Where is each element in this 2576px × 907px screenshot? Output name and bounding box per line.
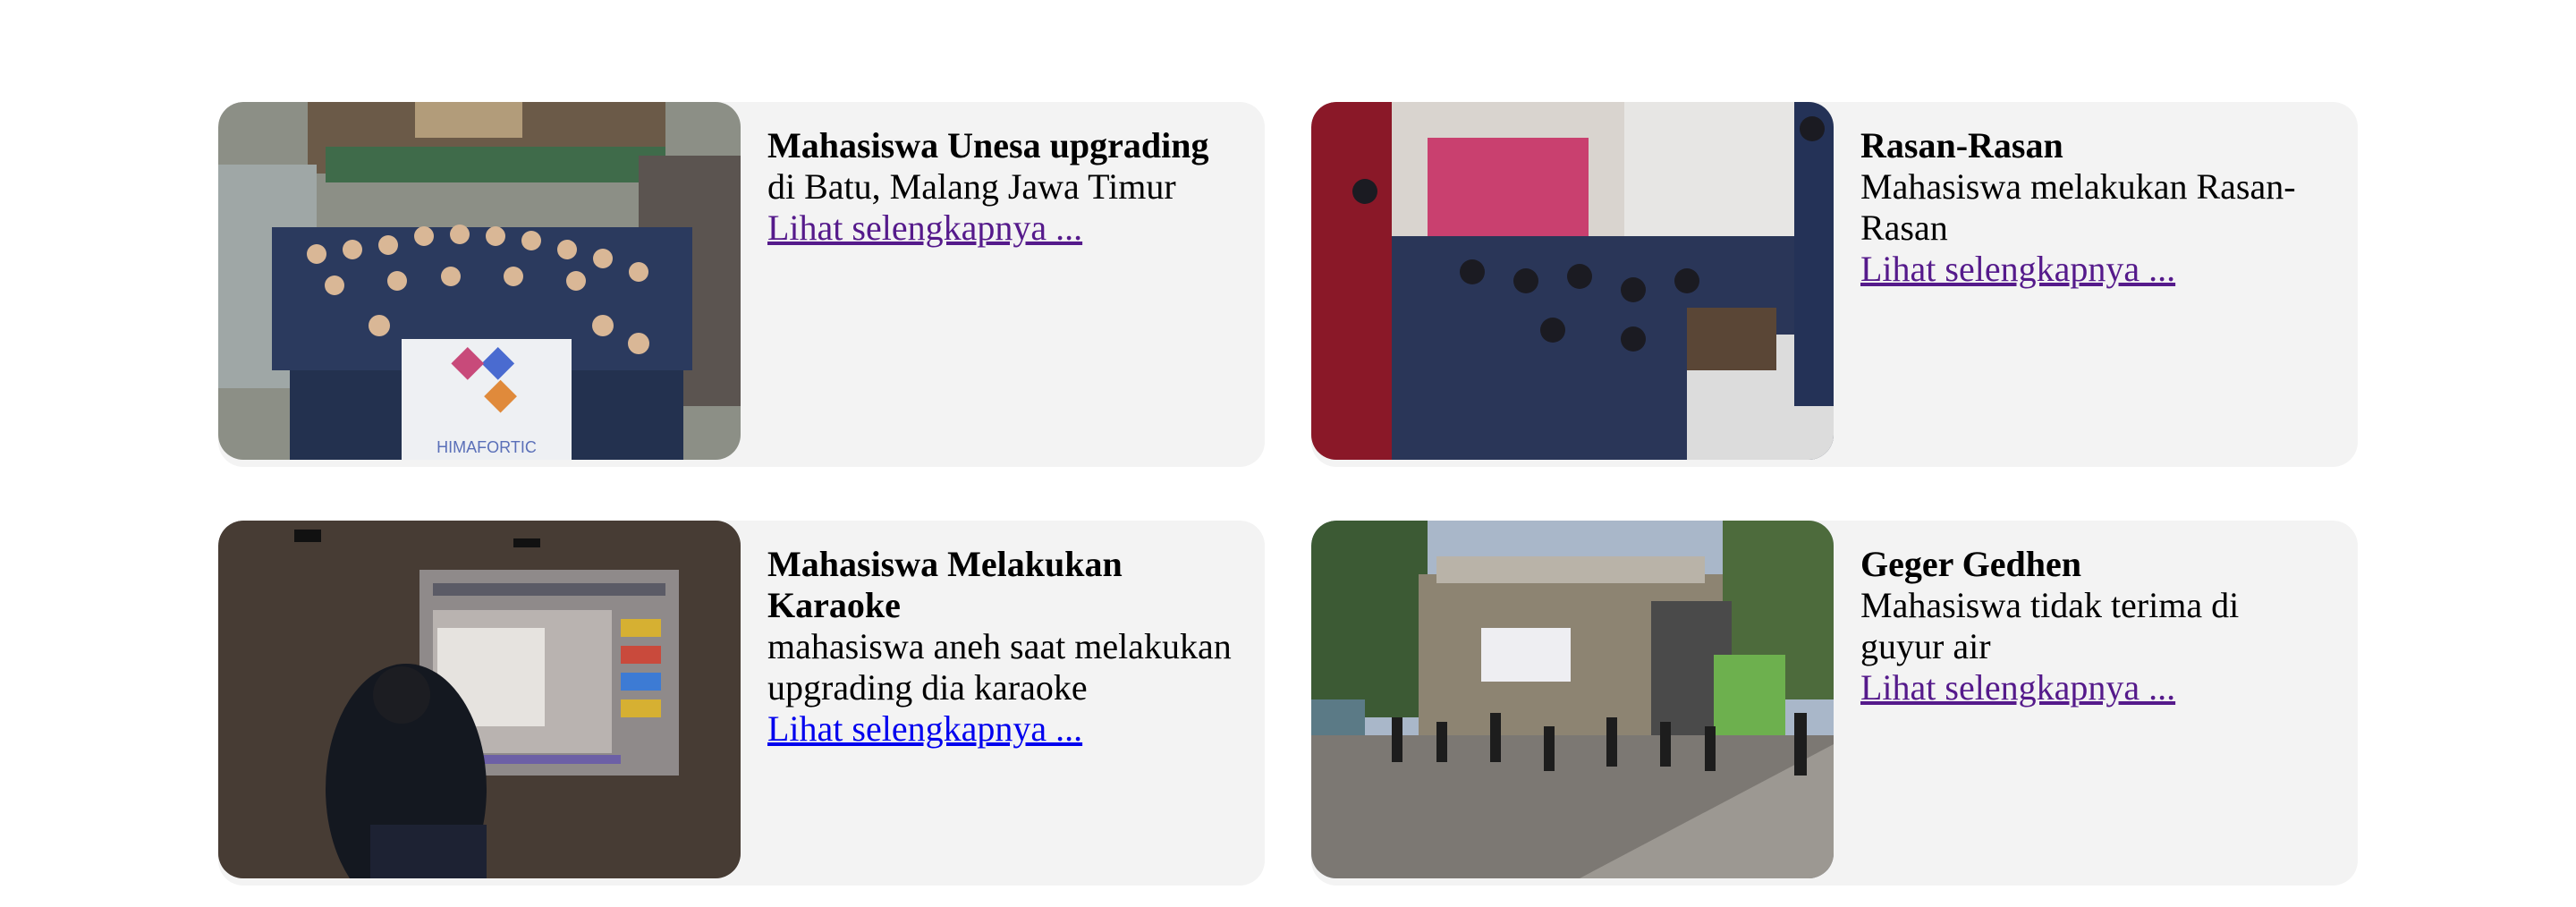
card-text: Geger Gedhen Mahasiswa tidak terima di g… [1834,521,2358,886]
card-text: Mahasiswa Melakukan Karaoke mahasiswa an… [741,521,1265,886]
card-photo-karaoke [218,521,741,878]
card-title: Mahasiswa Unesa upgrading [767,125,1209,165]
see-more-link[interactable]: Lihat selengkapnya ... [1860,667,2175,708]
gallery-grid: HIMAFORTIC Mahasiswa Unesa upgrading di … [218,102,2358,886]
card-text: Rasan-Rasan Mahasiswa melakukan Rasan-Ra… [1834,102,2358,467]
discussion-photo-image [1311,102,1834,460]
group-photo-image: HIMAFORTIC [218,102,741,460]
gallery-card: Mahasiswa Melakukan Karaoke mahasiswa an… [218,521,1265,886]
card-description: Mahasiswa melakukan Rasan-Rasan [1860,166,2296,248]
banner-text: HIMAFORTIC [436,438,537,456]
card-photo-discussion [1311,102,1834,460]
see-more-link[interactable]: Lihat selengkapnya ... [767,208,1082,249]
card-description: Mahasiswa tidak terima di guyur air [1860,585,2240,666]
card-photo-group: HIMAFORTIC [218,102,741,460]
card-title: Rasan-Rasan [1860,125,2063,165]
see-more-link[interactable]: Lihat selengkapnya ... [1860,249,2175,290]
see-more-link[interactable]: Lihat selengkapnya ... [767,708,1082,750]
card-description: di Batu, Malang Jawa Timur [767,166,1176,207]
karaoke-photo-image [218,521,741,878]
card-description: mahasiswa aneh saat melakukan upgrading … [767,626,1232,708]
gallery-card: Geger Gedhen Mahasiswa tidak terima di g… [1311,521,2358,886]
card-title: Mahasiswa Melakukan Karaoke [767,544,1123,625]
gallery-card: Rasan-Rasan Mahasiswa melakukan Rasan-Ra… [1311,102,2358,467]
gallery-card: HIMAFORTIC Mahasiswa Unesa upgrading di … [218,102,1265,467]
card-title: Geger Gedhen [1860,544,2082,584]
card-text: Mahasiswa Unesa upgrading di Batu, Malan… [741,102,1235,467]
water-game-photo-image [1311,521,1834,878]
card-photo-water [1311,521,1834,878]
